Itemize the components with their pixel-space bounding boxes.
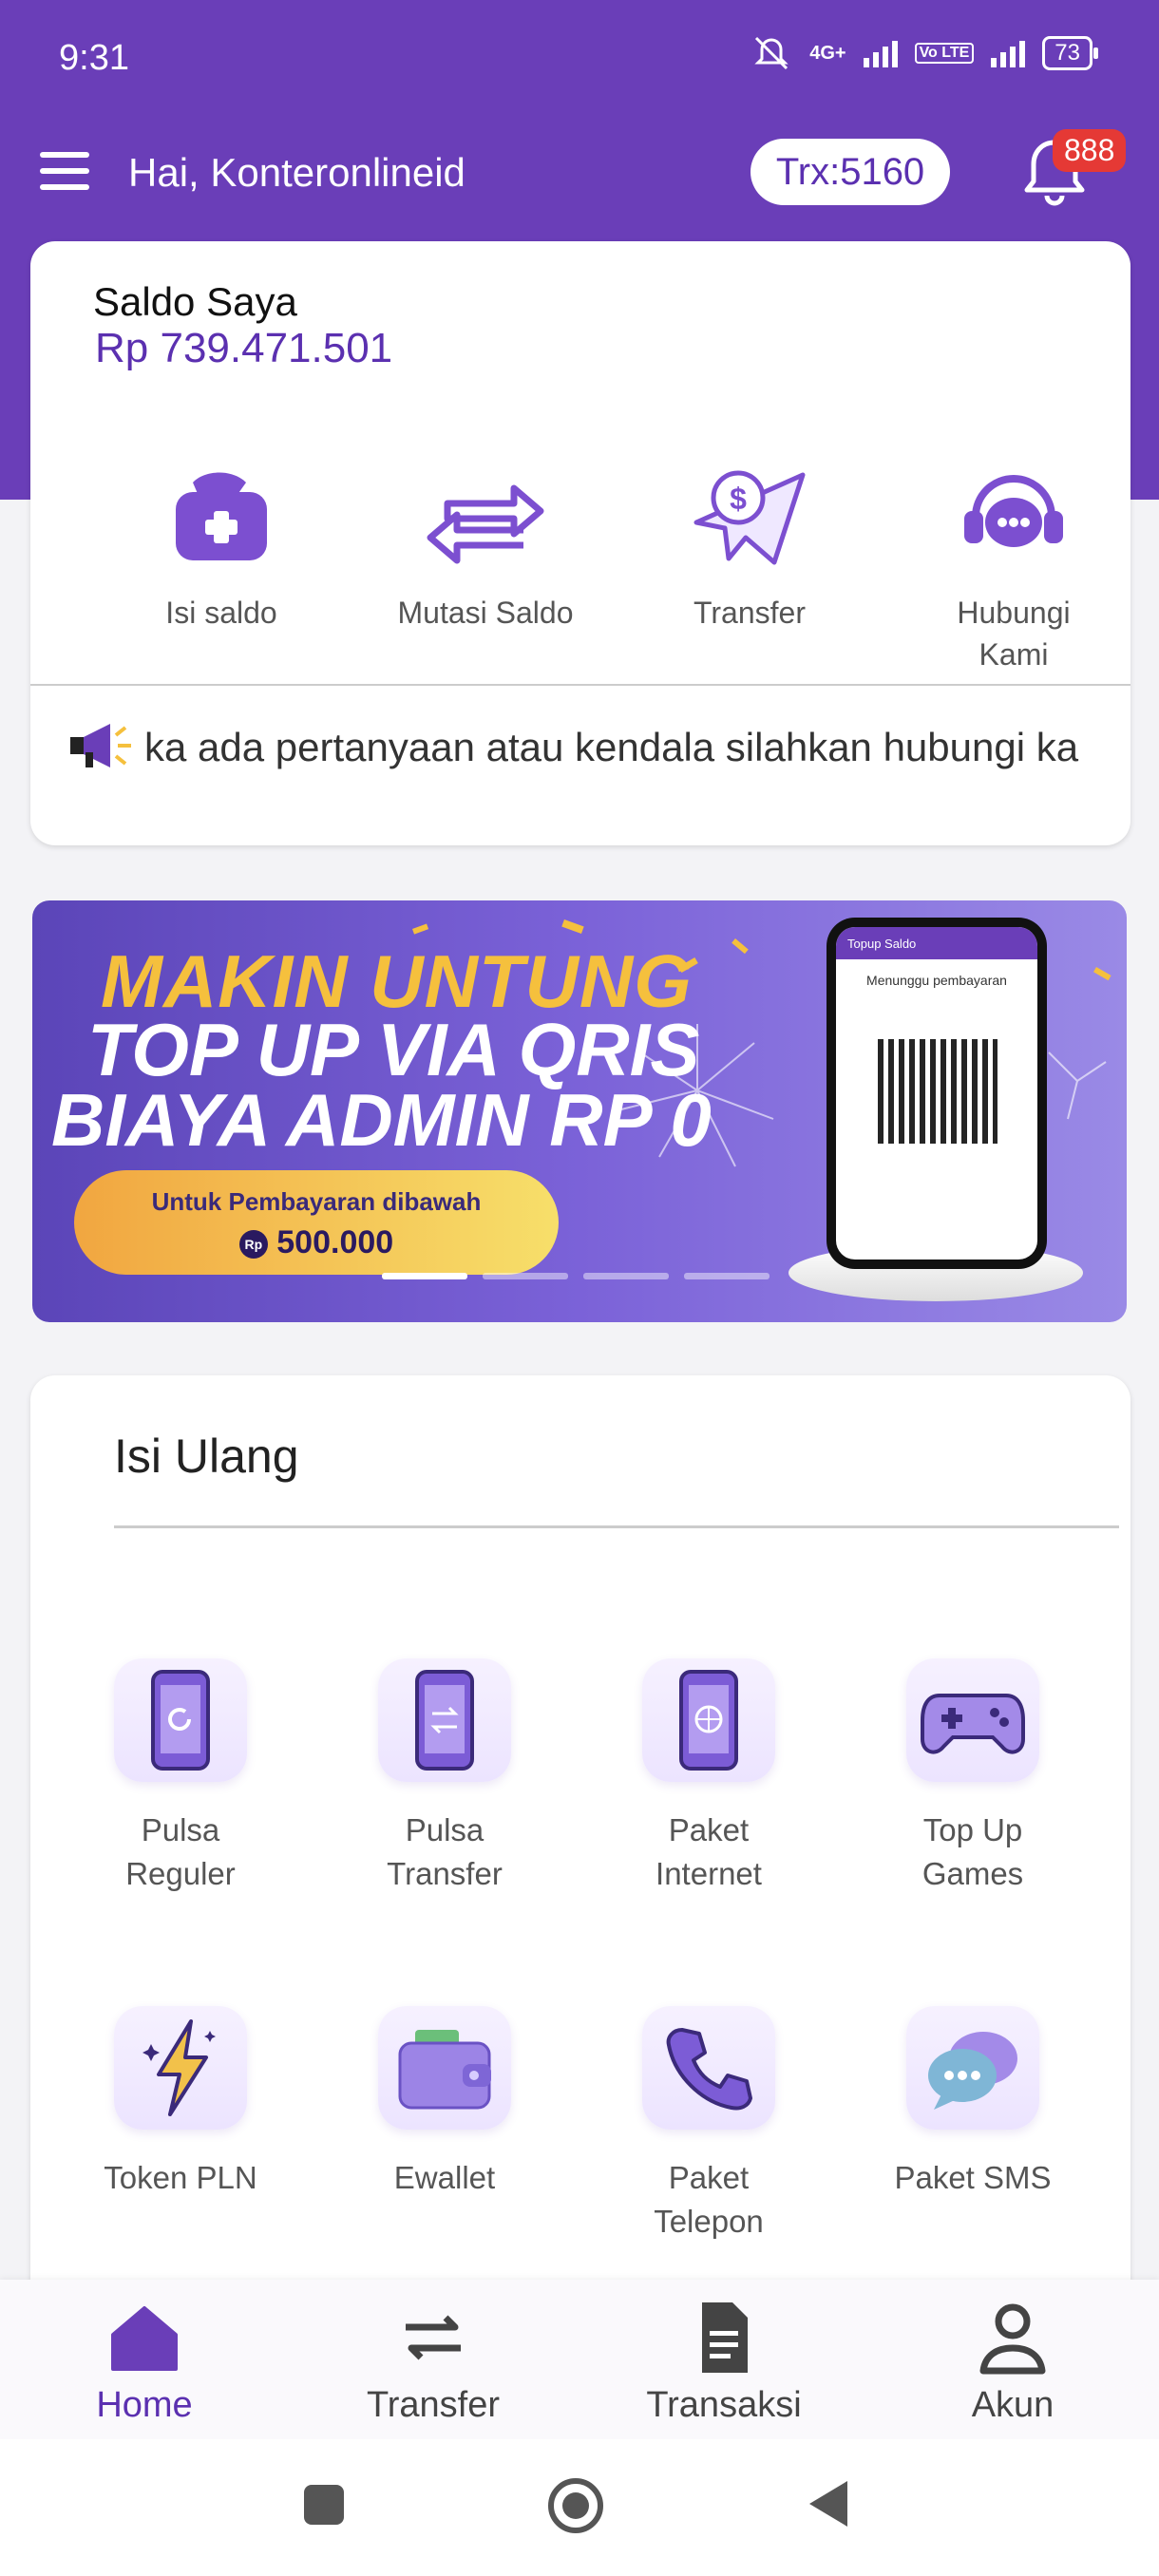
trx-badge[interactable]: Trx:5160 <box>750 139 950 205</box>
network-type-1: 4G+ <box>809 42 846 64</box>
app-screen: 9:31 4G+ Vo LTE 73 Hai, Konteronlineid T… <box>0 0 1159 2576</box>
service-label: Ewallet <box>393 2160 496 2195</box>
mute-alarm-icon <box>754 36 788 70</box>
swap-arrows-icon <box>427 484 544 564</box>
announcement-marquee: ka ada pertanyaan atau kendala silahkan … <box>144 725 1079 769</box>
saldo-title: Saldo Saya <box>93 279 297 324</box>
battery-icon: 73 <box>1042 36 1098 70</box>
megaphone-icon <box>70 724 131 767</box>
banner-pill-amount: Rp 500.000 <box>74 1224 559 1261</box>
phone-transfer-icon <box>415 1670 474 1771</box>
svg-text:$: $ <box>730 482 747 516</box>
recents-icon[interactable] <box>300 2481 348 2529</box>
status-time: 9:31 <box>59 38 129 78</box>
banner-phone-image: Topup Saldo Menunggu pembayaran <box>826 918 1047 1269</box>
nav-home[interactable]: Home <box>40 2297 249 2426</box>
transfer-arrows-icon <box>406 2315 461 2360</box>
carousel-dots <box>382 1273 770 1279</box>
carousel-dot[interactable] <box>583 1273 669 1279</box>
telephone-icon <box>666 2028 752 2111</box>
support-chat-icon <box>964 475 1063 547</box>
top-up-games-item[interactable]: Top Up Games <box>859 1658 1087 1896</box>
carousel-dot[interactable] <box>382 1273 467 1279</box>
notification-badge: 888 <box>1053 129 1127 172</box>
carousel-dot[interactable] <box>483 1273 568 1279</box>
banner-pill: Untuk Pembayaran dibawah Rp 500.000 <box>74 1170 559 1275</box>
menu-button[interactable] <box>40 152 89 194</box>
isi-ulang-card: Isi Ulang Pulsa Reguler Pulsa Transfer P… <box>30 1375 1130 2325</box>
status-icons: 4G+ Vo LTE 73 <box>750 34 1098 72</box>
isi-ulang-title: Isi Ulang <box>114 1430 299 1483</box>
quick-action-label: Hubungi Kami <box>957 596 1071 672</box>
network-type-2: Vo LTE <box>914 43 975 64</box>
phone-header: Topup Saldo <box>836 927 1037 959</box>
nav-label: Akun <box>971 2385 1054 2425</box>
service-label: Paket Internet <box>656 1812 762 1891</box>
phone-globe-icon <box>679 1670 738 1771</box>
qr-code-image <box>878 1039 998 1144</box>
mutasi-saldo-button[interactable]: Mutasi Saldo <box>376 460 595 634</box>
quick-action-label: Isi saldo <box>165 596 277 630</box>
paket-internet-item[interactable]: Paket Internet <box>595 1658 823 1896</box>
paket-sms-item[interactable]: Paket SMS <box>859 2006 1087 2200</box>
phone-screen: Topup Saldo Menunggu pembayaran <box>836 927 1037 1260</box>
hubungi-kami-button[interactable]: Hubungi Kami <box>904 460 1123 675</box>
hamburger-line <box>40 168 89 174</box>
document-icon <box>702 2302 748 2373</box>
rupiah-coin-icon: Rp <box>238 1230 268 1260</box>
transfer-button[interactable]: $ Transfer <box>640 460 859 634</box>
card-divider <box>30 684 1130 686</box>
nav-transaksi[interactable]: Transaksi <box>619 2297 828 2426</box>
banner-pill-text: Untuk Pembayaran dibawah <box>151 1187 482 1216</box>
chat-bubbles-icon <box>928 2032 1017 2110</box>
pulsa-reguler-item[interactable]: Pulsa Reguler <box>66 1658 294 1896</box>
wallet-icon <box>398 2030 491 2110</box>
hamburger-line <box>40 152 89 158</box>
isi-saldo-button[interactable]: Isi saldo <box>112 460 331 634</box>
nav-akun[interactable]: Akun <box>908 2297 1117 2426</box>
signal-icon-1 <box>863 39 898 67</box>
home-icon <box>111 2306 178 2371</box>
hamburger-line <box>40 184 89 190</box>
service-label: Top Up Games <box>922 1812 1024 1891</box>
phone-title: Menunggu pembayaran <box>866 973 1007 988</box>
saldo-value: Rp 739.471.501 <box>95 325 393 371</box>
banner-headline-3: BIAYA ADMIN RP 0 <box>51 1078 712 1162</box>
service-label: Pulsa Reguler <box>125 1812 236 1891</box>
nav-label: Home <box>96 2385 193 2425</box>
ewallet-item[interactable]: Ewallet <box>331 2006 559 2200</box>
gamepad-icon <box>921 1694 1025 1754</box>
home-circle-icon[interactable] <box>545 2475 606 2536</box>
service-label: Paket SMS <box>894 2160 1052 2195</box>
pulsa-transfer-item[interactable]: Pulsa Transfer <box>331 1658 559 1896</box>
system-navigation-bar <box>0 2439 1159 2576</box>
carousel-dot[interactable] <box>684 1273 770 1279</box>
user-icon <box>979 2303 1046 2375</box>
token-pln-item[interactable]: Token PLN <box>66 2006 294 2200</box>
promo-banner[interactable]: MAKIN UNTUNG TOP UP VIA QRIS BIAYA ADMIN… <box>32 900 1127 1322</box>
isi-ulang-divider <box>114 1525 1119 1528</box>
saldo-card: Saldo Saya Rp 739.471.501 Isi saldo Muta… <box>30 241 1130 845</box>
nav-transfer[interactable]: Transfer <box>329 2297 538 2426</box>
service-label: Paket Telepon <box>654 2160 764 2239</box>
nav-label: Transaksi <box>646 2385 802 2425</box>
wallet-plus-icon <box>176 472 267 560</box>
quick-action-label: Mutasi Saldo <box>397 596 574 630</box>
nav-label: Transfer <box>366 2385 501 2425</box>
back-icon[interactable] <box>806 2477 853 2530</box>
greeting-text: Hai, Konteronlineid <box>128 150 466 195</box>
phone-refresh-icon <box>151 1670 210 1771</box>
service-label: Pulsa Transfer <box>387 1812 503 1891</box>
paket-telepon-item[interactable]: Paket Telepon <box>595 2006 823 2244</box>
bottom-navigation: Home Transfer Transaksi Akun <box>0 2280 1159 2439</box>
lightning-icon <box>142 2019 216 2116</box>
signal-icon-2 <box>991 39 1026 67</box>
quick-action-label: Transfer <box>694 596 806 630</box>
money-paperplane-icon: $ <box>694 470 806 565</box>
service-label: Token PLN <box>104 2160 257 2195</box>
